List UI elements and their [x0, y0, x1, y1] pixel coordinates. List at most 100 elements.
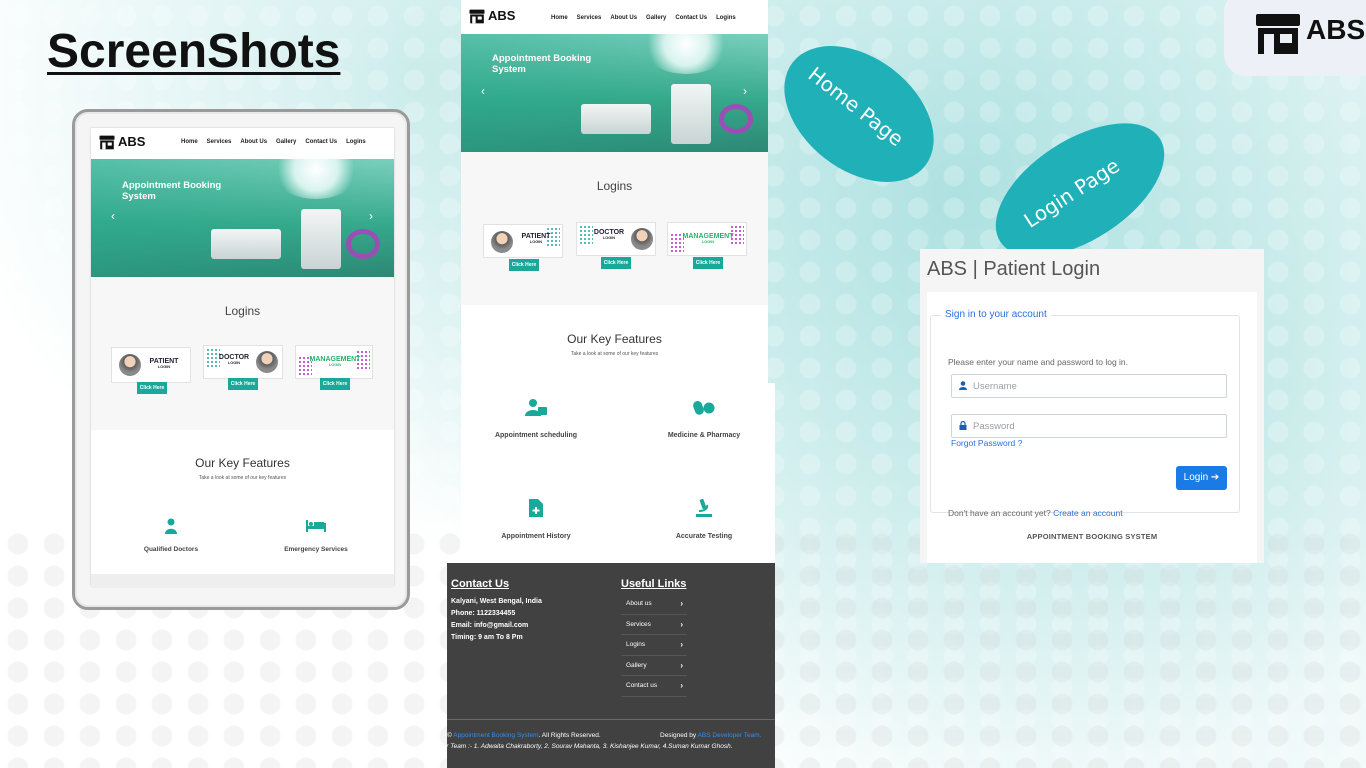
username-field[interactable]: Username [951, 374, 1227, 398]
login-page-label: Login Page [1019, 153, 1124, 233]
nav-contact-us[interactable]: Contact Us [675, 15, 707, 21]
nav-home[interactable]: Home [181, 139, 198, 145]
tablet-features-section: Our Key Features Take a look at some of … [91, 430, 394, 586]
forgot-password-link[interactable]: Forgot Password ? [951, 438, 1022, 448]
doctor-card-title: DOCTOR LOGIN [593, 229, 625, 241]
hero-tube [719, 104, 753, 134]
password-field[interactable]: Password [951, 414, 1227, 438]
login-button[interactable]: Login ➔ [1176, 466, 1227, 490]
patient-login-screenshot: ABS | Patient Login Sign in to your acco… [920, 249, 1264, 563]
footer-link-contact[interactable]: Contact us › [621, 676, 687, 697]
hero-tube [346, 229, 380, 259]
hero-lamp [641, 34, 731, 74]
management-click-here-button[interactable]: Click Here [693, 257, 723, 269]
patient-card-title: PATIENT LOGIN [521, 233, 551, 245]
nav-gallery[interactable]: Gallery [276, 139, 296, 145]
store-icon [1256, 14, 1300, 54]
nav-logins[interactable]: Logins [716, 15, 736, 21]
feature-label: Emergency Services [284, 546, 348, 553]
carousel-next-icon[interactable]: › [369, 209, 373, 223]
nav-about-us[interactable]: About Us [240, 139, 267, 145]
brand-badge: ABS [1224, 0, 1366, 76]
bed-icon [306, 520, 326, 532]
footer-link-logins[interactable]: Logins › [621, 635, 687, 656]
patient-click-here-button[interactable]: Click Here [509, 259, 539, 271]
footer-links-title: Useful Links [621, 578, 687, 590]
management-click-here-button[interactable]: Click Here [320, 378, 350, 390]
feature-label: Medicine & Pharmacy [667, 432, 741, 439]
footer-link-about[interactable]: About us › [621, 594, 687, 615]
doctor-click-here-button[interactable]: Click Here [228, 378, 258, 390]
footer-designer-link[interactable]: ABS Developer Team. [698, 732, 762, 739]
feature-label: Qualified Doctors [143, 546, 199, 553]
patient-click-here-button[interactable]: Click Here [137, 382, 167, 394]
features-title: Our Key Features [567, 332, 662, 346]
carousel-next-icon[interactable]: › [743, 84, 747, 98]
brand-name: ABS [1306, 14, 1366, 45]
doctor-click-here-button[interactable]: Click Here [601, 257, 631, 269]
nav-logins[interactable]: Logins [346, 139, 366, 145]
tablet-logins-section: Logins PATIENT LOGIN Click Here DOCTOR LOG… [91, 277, 394, 430]
password-placeholder: Password [973, 421, 1015, 432]
nav-about-us[interactable]: About Us [610, 15, 637, 21]
footer-link-services[interactable]: Services › [621, 615, 687, 635]
hero-equipment [671, 84, 711, 144]
management-login-card[interactable]: MANAGEMENT LOGIN Click Here [295, 345, 373, 390]
doctor-card-title: DOCTOR LOGIN [218, 354, 250, 366]
patient-login-card[interactable]: PATIENT LOGIN Click Here [483, 224, 563, 271]
medical-file-icon [529, 499, 543, 517]
doctor-login-card[interactable]: DOCTOR LOGIN Click Here [576, 222, 656, 269]
feature-accurate-testing: Accurate Testing [649, 499, 759, 540]
doctor-icon [165, 518, 177, 534]
store-icon [469, 9, 485, 24]
feature-label: Accurate Testing [675, 533, 733, 540]
patient-login-card[interactable]: PATIENT LOGIN Click Here [111, 347, 191, 394]
pills-icon [693, 400, 715, 415]
patient-avatar [491, 231, 513, 253]
signup-prompt: Don't have an account yet? Create an acc… [948, 508, 1123, 518]
footer-address: Kalyani, West Bengal, India [451, 598, 542, 605]
login-box: Sign in to your account Please enter you… [927, 292, 1257, 563]
signup-text: Don't have an account yet? [948, 508, 1051, 518]
logins-title: Logins [596, 179, 633, 193]
nav-gallery[interactable]: Gallery [646, 15, 666, 21]
login-fieldset: Sign in to your account Please enter you… [930, 309, 1240, 518]
doctor-login-card[interactable]: DOCTOR LOGIN Click Here [203, 345, 283, 390]
hero-equipment [301, 209, 341, 269]
doctor-avatar [256, 351, 278, 373]
tablet-brand: ABS [118, 134, 146, 149]
hero-title: Appointment Booking System [492, 53, 592, 75]
footer-link-gallery[interactable]: Gallery › [621, 656, 687, 676]
feature-appointment-history: Appointment History [481, 499, 591, 540]
hero-table [581, 104, 651, 134]
logins-title: Logins [224, 304, 261, 318]
username-placeholder: Username [973, 381, 1017, 392]
nav-services[interactable]: Services [207, 139, 232, 145]
tablet-bottom-bar [91, 574, 394, 588]
patient-card-title: PATIENT LOGIN [149, 358, 179, 370]
features-subtitle: Take a look at some of our key features [198, 475, 287, 481]
nav-services[interactable]: Services [577, 15, 602, 21]
nav-home[interactable]: Home [551, 15, 568, 21]
arrow-circle-right-icon: ➔ [1210, 472, 1220, 483]
footer-copyright-link[interactable]: Appointment Booking System [453, 732, 538, 739]
home-hero-carousel: Appointment Booking System ‹ › [461, 34, 768, 152]
doctor-avatar [631, 228, 653, 250]
nav-contact-us[interactable]: Contact Us [305, 139, 337, 145]
footer-email: Email: info@gmail.com [451, 622, 529, 629]
chevron-right-icon: › [680, 681, 683, 690]
footer-links: About us › Services › Logins › Gallery › Con… [621, 594, 687, 697]
site-footer: Contact Us Kalyani, West Bengal, India P… [439, 563, 775, 768]
hero-lamp [271, 159, 361, 199]
chevron-right-icon: › [680, 619, 683, 629]
footer-divider [447, 719, 775, 720]
carousel-prev-icon[interactable]: ‹ [481, 84, 485, 98]
feature-label: Appointment History [501, 533, 571, 540]
create-account-link[interactable]: Create an account [1053, 508, 1122, 518]
carousel-prev-icon[interactable]: ‹ [111, 209, 115, 223]
tablet-frame: ABS Home Services About Us Gallery Conta… [72, 109, 410, 610]
footer-phone: Phone: 1122334455 [451, 610, 516, 617]
hero-table [211, 229, 281, 259]
login-legend: Sign in to your account [941, 309, 1051, 320]
management-login-card[interactable]: MANAGEMENT LOGIN Click Here [667, 222, 747, 269]
